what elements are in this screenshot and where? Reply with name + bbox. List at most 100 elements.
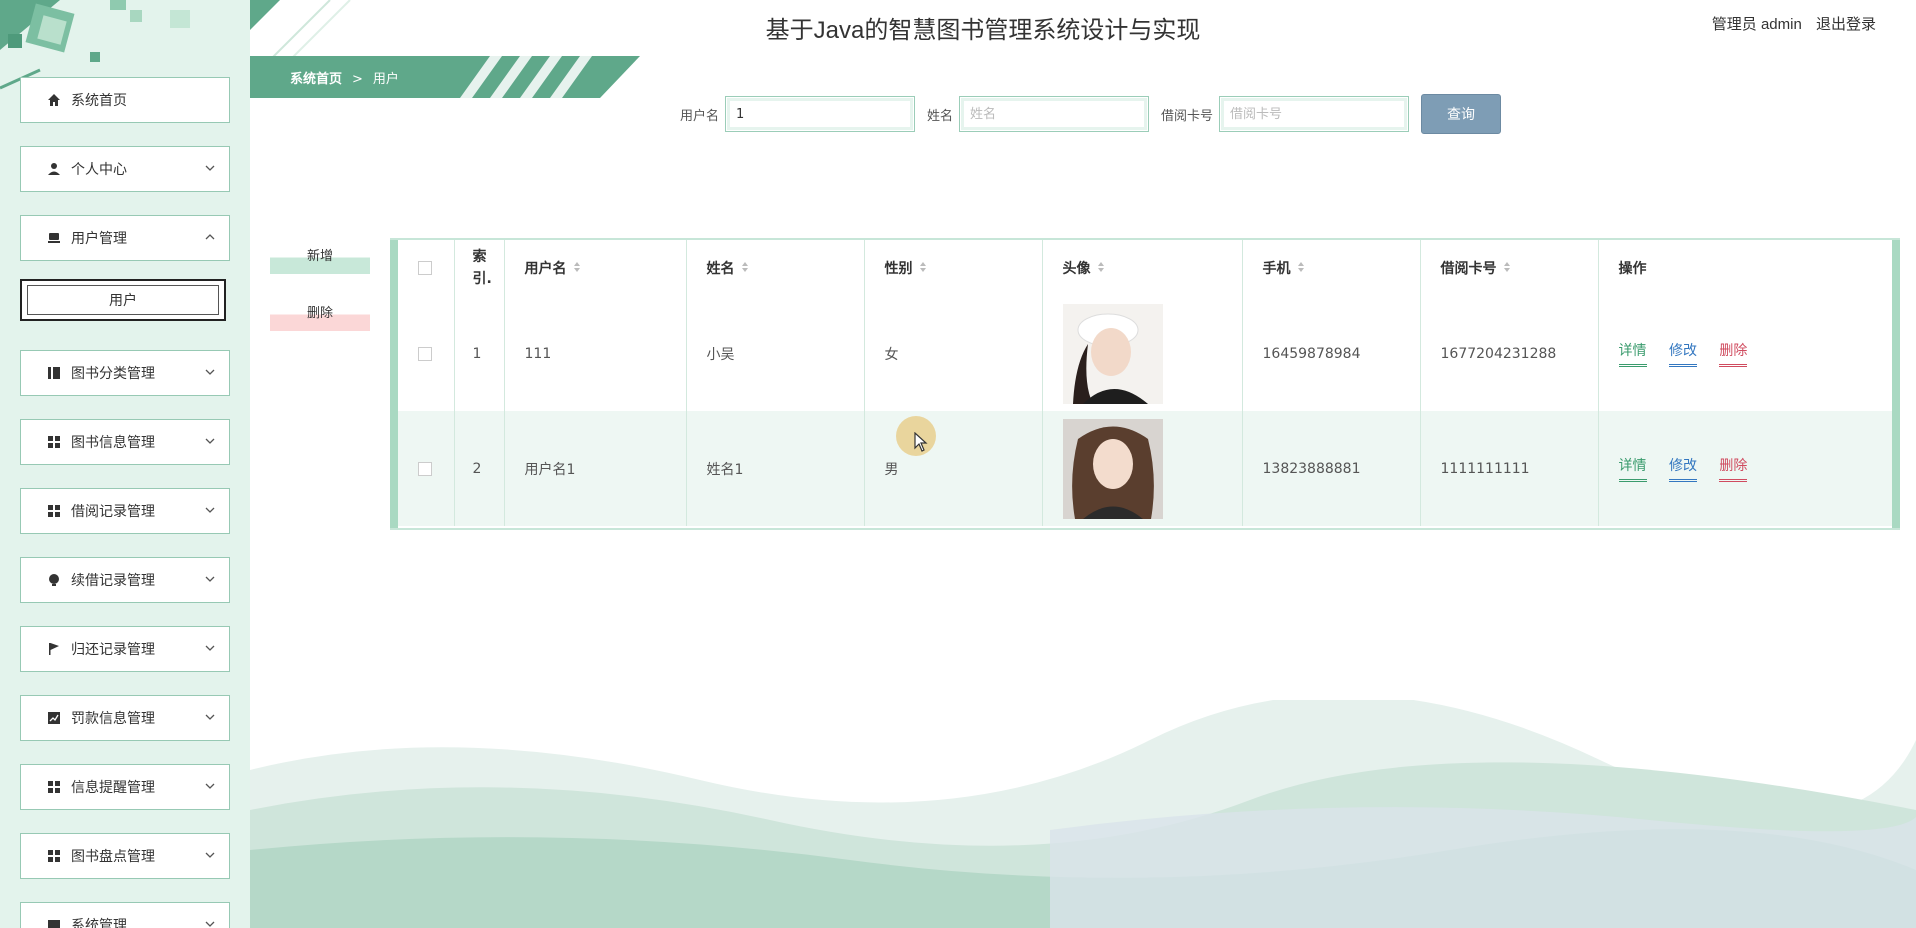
row-checkbox[interactable] [418, 346, 432, 361]
sidebar-item-reminder[interactable]: 信息提醒管理 [16, 760, 230, 810]
cell-gender: 女 [864, 296, 1043, 411]
header-avatar[interactable]: 头像 [1042, 240, 1243, 296]
header-card[interactable]: 借阅卡号 [1420, 240, 1599, 296]
sidebar-item-book-category[interactable]: 图书分类管理 [16, 346, 230, 396]
cell-avatar [1042, 296, 1243, 411]
header-name-label: 姓名 [706, 261, 735, 277]
sidebar-item-label: 归还记录管理 [71, 642, 155, 658]
breadcrumb-home[interactable]: 系统首页 [290, 72, 342, 87]
mouse-cursor-icon [914, 432, 928, 452]
sidebar-item-user-management[interactable]: 用户管理 [16, 211, 230, 261]
header-ops: 操作 [1598, 240, 1892, 296]
chevron-down-icon [205, 850, 215, 860]
logout-link[interactable]: 退出登录 [1816, 16, 1876, 33]
name-label: 姓名 [927, 108, 954, 124]
flag-icon [47, 642, 61, 656]
card-label: 借阅卡号 [1161, 108, 1214, 124]
cell-phone: 13823888881 [1242, 411, 1421, 526]
breadcrumb-separator: > [352, 72, 363, 87]
users-icon [47, 231, 61, 245]
bulb-icon [47, 573, 61, 587]
grid-icon [47, 504, 61, 518]
username-label: 用户名 [680, 108, 720, 124]
user-area: 管理员 admin 退出登录 [1712, 13, 1876, 34]
sidebar-item-label: 系统首页 [71, 93, 127, 109]
header-index-label: 索引. [472, 249, 492, 287]
avatar-image[interactable] [1062, 303, 1163, 404]
breadcrumb: 系统首页 > 用户 [290, 68, 399, 87]
sidebar-item-fine-info[interactable]: 罚款信息管理 [16, 691, 230, 741]
chevron-down-icon [205, 367, 215, 377]
sort-icon [741, 261, 749, 277]
chevron-down-icon [205, 574, 215, 584]
card-search-input[interactable] [1219, 96, 1410, 132]
add-button[interactable]: 新增 [270, 244, 370, 274]
sidebar-subitem-label: 用户 [109, 293, 137, 309]
header-decoration [250, 0, 351, 60]
header-ops-label: 操作 [1618, 261, 1647, 277]
username-search-input[interactable] [725, 96, 916, 132]
select-all-cell [398, 240, 455, 296]
detail-link[interactable]: 详情 [1618, 455, 1647, 482]
avatar-image[interactable] [1062, 418, 1163, 519]
sort-icon [1503, 261, 1511, 277]
cell-phone: 16459878984 [1242, 296, 1421, 411]
sidebar-item-label: 个人中心 [71, 162, 127, 178]
sidebar-item-system[interactable]: 系统管理 [16, 898, 230, 928]
sort-icon [573, 261, 581, 277]
cell-index: 1 [454, 296, 505, 411]
background-waves [250, 700, 1916, 928]
header-username[interactable]: 用户名 [504, 240, 687, 296]
header-avatar-label: 头像 [1062, 261, 1091, 277]
cell-name: 姓名1 [686, 411, 865, 526]
header-index: 索引. [454, 240, 505, 296]
detail-link[interactable]: 详情 [1618, 340, 1647, 367]
delete-link[interactable]: 删除 [1719, 340, 1748, 367]
sidebar-item-home[interactable]: 系统首页 [16, 73, 230, 123]
chevron-down-icon [205, 163, 215, 173]
sort-icon [1097, 261, 1105, 277]
sidebar-item-label: 图书信息管理 [71, 435, 155, 451]
table-row: 1 111 小吴 女 16459878984 1677204231288 详情 … [398, 296, 1892, 411]
system-icon [47, 918, 61, 928]
cell-card: 1677204231288 [1420, 296, 1599, 411]
grid-icon [47, 849, 61, 863]
batch-delete-button[interactable]: 删除 [270, 301, 370, 331]
sidebar-item-personal-center[interactable]: 个人中心 [16, 142, 230, 192]
page-title: 基于Java的智慧图书管理系统设计与实现 [765, 17, 1201, 44]
sidebar-item-return-records[interactable]: 归还记录管理 [16, 622, 230, 672]
chevron-down-icon [205, 919, 215, 928]
grid-icon [47, 780, 61, 794]
sidebar-item-inventory[interactable]: 图书盘点管理 [16, 829, 230, 879]
table-row: 2 用户名1 姓名1 男 13823888881 1111111111 详情 修… [398, 411, 1892, 526]
book-icon [47, 366, 61, 380]
chevron-down-icon [205, 505, 215, 515]
row-select-cell [398, 296, 455, 411]
select-all-checkbox[interactable] [418, 261, 432, 275]
sidebar-item-renew-records[interactable]: 续借记录管理 [16, 553, 230, 603]
sidebar-item-borrow-records[interactable]: 借阅记录管理 [16, 484, 230, 534]
header-gender[interactable]: 性别 [864, 240, 1043, 296]
header-phone[interactable]: 手机 [1242, 240, 1421, 296]
edit-link[interactable]: 修改 [1668, 455, 1697, 482]
delete-link[interactable]: 删除 [1719, 455, 1748, 482]
chevron-down-icon [205, 643, 215, 653]
row-checkbox[interactable] [418, 461, 432, 476]
admin-label: 管理员 admin [1711, 16, 1802, 33]
table-header-row: 索引. 用户名 姓名 性别 头像 手机 借阅卡号 操作 [398, 240, 1892, 296]
cell-index: 2 [454, 411, 505, 526]
chevron-down-icon [205, 712, 215, 722]
cell-ops: 详情 修改 删除 [1598, 411, 1892, 526]
name-search-input[interactable] [959, 96, 1150, 132]
edit-link[interactable]: 修改 [1668, 340, 1697, 367]
sort-icon [1297, 261, 1305, 277]
cell-gender: 男 [864, 411, 1043, 526]
search-button[interactable]: 查询 [1421, 94, 1502, 134]
data-table: 索引. 用户名 姓名 性别 头像 手机 借阅卡号 操作 1 111 小吴 女 1… [398, 240, 1892, 526]
header-name[interactable]: 姓名 [686, 240, 865, 296]
grid-icon [47, 435, 61, 449]
header-username-label: 用户名 [524, 261, 567, 277]
sidebar-item-label: 信息提醒管理 [71, 780, 155, 796]
sidebar-item-book-info[interactable]: 图书信息管理 [16, 415, 230, 465]
sidebar-subitem-user[interactable]: 用户 [20, 279, 226, 321]
